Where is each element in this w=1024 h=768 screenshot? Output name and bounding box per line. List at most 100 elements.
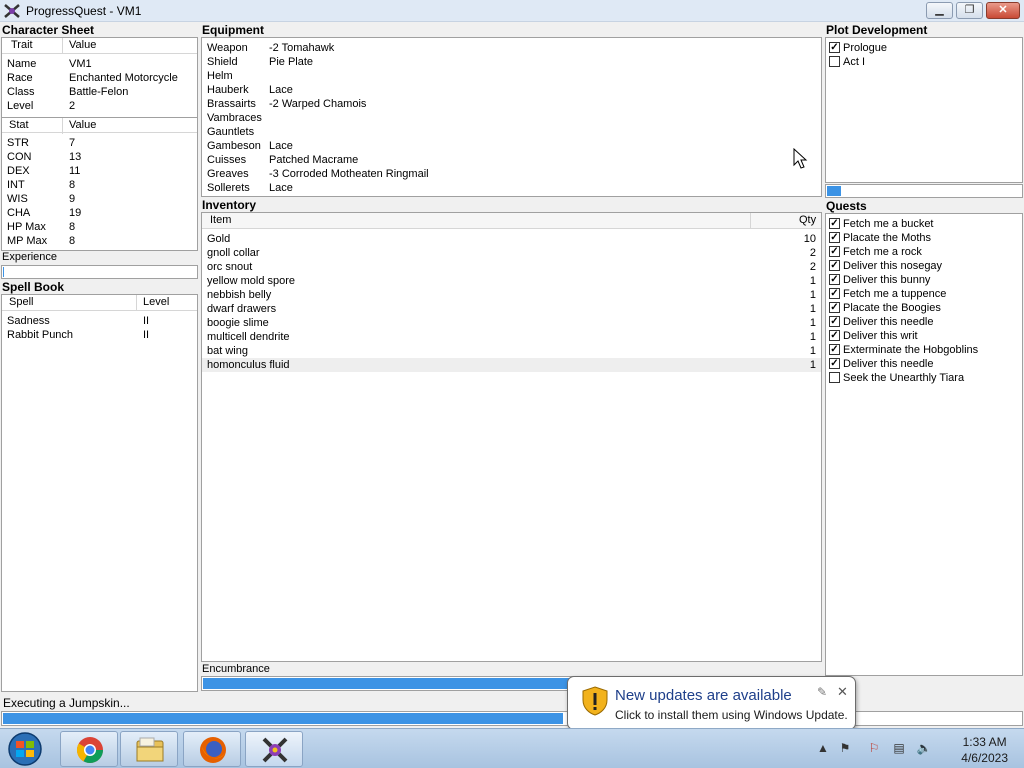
inventory-row-selected[interactable]: homonculus fluid 1 [202,358,821,372]
stat-row[interactable]: DEX 11 [2,164,197,178]
inventory-row[interactable]: yellow mold spore 1 [202,274,821,288]
equipment-row[interactable]: Cuisses Patched Macrame [202,153,821,167]
plot-act-row[interactable]: ✓ Prologue [826,41,1022,55]
stat-row[interactable]: HP Max 8 [2,220,197,234]
system-clock[interactable]: 1:33 AM 4/6/2023 [961,734,1008,766]
action-center-icon[interactable]: ⚐ [866,741,882,755]
start-button-icon[interactable] [4,731,46,767]
stats-col-stat[interactable]: Stat [9,119,29,131]
trait-row[interactable]: Name VM1 [2,57,197,71]
stat-row[interactable]: INT 8 [2,178,197,192]
inventory-row[interactable]: bat wing 1 [202,344,821,358]
quests-panel: ✓ Fetch me a bucket ✓ Placate the Moths ✓ Fet… [825,213,1023,676]
spell-book-panel: Spell Level Sadness II Rabbit Punch II [1,294,198,692]
update-notification[interactable]: New updates are available Click to insta… [567,676,856,744]
checkbox[interactable]: ✓ [829,288,840,299]
quest-row[interactable]: ✓ Deliver this nosegay [826,259,1022,273]
quest-row[interactable]: ✓ Deliver this needle [826,315,1022,329]
firefox-taskbar-button[interactable] [183,731,241,767]
spell-row[interactable]: Sadness II [2,314,197,328]
checkbox[interactable]: ✓ [829,316,840,327]
trait-row[interactable]: Race Enchanted Motorcycle [2,71,197,85]
checkbox[interactable]: ✓ [829,246,840,257]
equipment-row[interactable]: Shield Pie Plate [202,55,821,69]
inventory-qty: 1 [809,345,816,357]
stat-row[interactable]: STR 7 [2,136,197,150]
inventory-row[interactable]: boogie slime 1 [202,316,821,330]
equipment-row[interactable]: Weapon -2 Tomahawk [202,41,821,55]
quest-row[interactable]: ✓ Placate the Moths [826,231,1022,245]
quest-row[interactable]: ✓ Exterminate the Hobgoblins [826,343,1022,357]
spell-col-spell[interactable]: Spell [9,296,33,308]
traits-col-trait[interactable]: Trait [11,39,33,51]
show-hidden-icons-icon[interactable]: ▲ [815,741,831,755]
pin-icon[interactable]: ✎ [817,685,827,699]
equipment-row[interactable]: Gauntlets [202,125,821,139]
inventory-row[interactable]: gnoll collar 2 [202,246,821,260]
quest-row[interactable]: ✓ Fetch me a tuppence [826,287,1022,301]
inventory-row[interactable]: Gold 10 [202,232,821,246]
stat-row[interactable]: CHA 19 [2,206,197,220]
inventory-col-item[interactable]: Item [210,214,231,226]
checkbox[interactable]: ✓ [829,358,840,369]
trait-row[interactable]: Level 2 [2,99,197,113]
windows-update-icon[interactable]: ⚑ [837,741,853,755]
quest-row[interactable]: Seek the Unearthly Tiara [826,371,1022,385]
inventory-col-qty[interactable]: Qty [799,214,816,226]
checkbox[interactable] [829,372,840,383]
stats-col-value[interactable]: Value [69,119,96,131]
trait-row[interactable]: Class Battle-Felon [2,85,197,99]
taskbar: ▲ ⚑ ⚐ ▤ 🔈 1:33 AM 4/6/2023 [0,728,1024,768]
quest-row[interactable]: ✓ Fetch me a bucket [826,217,1022,231]
quest-row[interactable]: ✓ Placate the Boogies [826,301,1022,315]
notification-close-icon[interactable]: ✕ [837,684,848,700]
checkbox[interactable]: ✓ [829,330,840,341]
spell-row[interactable]: Rabbit Punch II [2,328,197,342]
stat-row[interactable]: WIS 9 [2,192,197,206]
checkbox[interactable]: ✓ [829,42,840,53]
inventory-qty: 1 [809,303,816,315]
stat-row[interactable]: MP Max 8 [2,234,197,248]
chrome-taskbar-button[interactable] [60,731,118,767]
quest-label: Exterminate the Hobgoblins [843,344,979,356]
quest-row[interactable]: ✓ Deliver this needle [826,357,1022,371]
quest-row[interactable]: ✓ Deliver this bunny [826,273,1022,287]
checkbox[interactable]: ✓ [829,302,840,313]
volume-icon[interactable]: 🔈 [916,741,932,755]
equipment-row[interactable]: Hauberk Lace [202,83,821,97]
traits-col-value[interactable]: Value [69,39,96,51]
trait-value: VM1 [69,58,92,70]
minimize-button[interactable]: ▁ [926,2,953,19]
inventory-row[interactable]: multicell dendrite 1 [202,330,821,344]
checkbox[interactable]: ✓ [829,260,840,271]
maximize-button[interactable]: ❐ [956,2,983,19]
equipment-row[interactable]: Greaves -3 Corroded Motheaten Ringmail [202,167,821,181]
equipment-row[interactable]: Brassairts -2 Warped Chamois [202,97,821,111]
progressquest-taskbar-button[interactable] [245,731,303,767]
checkbox[interactable]: ✓ [829,218,840,229]
stat-value: 8 [69,235,76,247]
equipment-row[interactable]: Sollerets Lace [202,181,821,195]
checkbox[interactable]: ✓ [829,344,840,355]
checkbox[interactable]: ✓ [829,232,840,243]
network-icon[interactable]: ▤ [891,741,907,755]
inventory-row[interactable]: orc snout 2 [202,260,821,274]
stat-name: HP Max [7,221,46,233]
stat-row[interactable]: CON 13 [2,150,197,164]
inventory-row[interactable]: nebbish belly 1 [202,288,821,302]
quest-row[interactable]: ✓ Fetch me a rock [826,245,1022,259]
title-bar: ProgressQuest - VM1 ▁ ❐ ✕ [0,0,1024,22]
plot-act-row[interactable]: Act I [826,55,1022,69]
quest-label: Placate the Moths [843,232,932,244]
inventory-row[interactable]: dwarf drawers 1 [202,302,821,316]
explorer-taskbar-button[interactable] [120,731,178,767]
equipment-row[interactable]: Helm [202,69,821,83]
quest-row[interactable]: ✓ Deliver this writ [826,329,1022,343]
checkbox[interactable] [829,56,840,67]
equipment-row[interactable]: Gambeson Lace [202,139,821,153]
close-button[interactable]: ✕ [986,2,1020,19]
plot-act-label: Prologue [843,42,888,54]
spell-col-level[interactable]: Level [143,296,169,308]
equipment-row[interactable]: Vambraces [202,111,821,125]
checkbox[interactable]: ✓ [829,274,840,285]
